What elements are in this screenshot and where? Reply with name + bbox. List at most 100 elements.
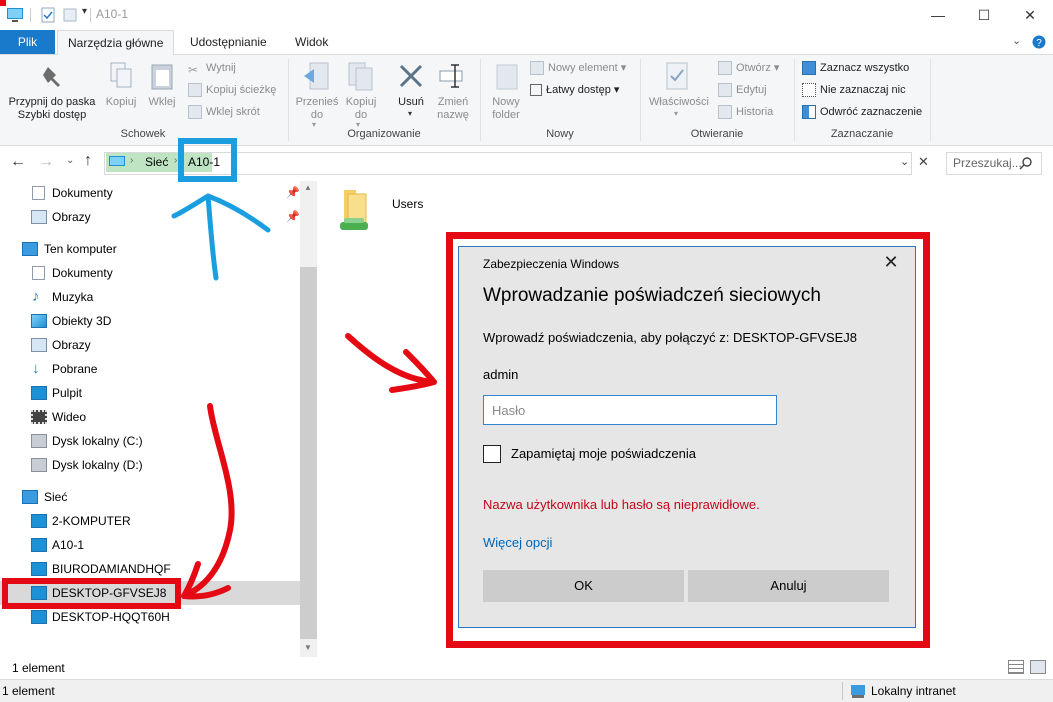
easy-access-button[interactable]: Łatwy dostęp ▾ bbox=[530, 81, 619, 99]
nav-item-music[interactable]: ♪ Muzyka bbox=[0, 285, 300, 309]
address-dropdown-icon[interactable]: ⌄ bbox=[900, 155, 909, 168]
new-item-button[interactable]: Nowy element ▾ bbox=[530, 59, 626, 77]
new-folder-icon bbox=[496, 64, 518, 90]
nav-item-net-pc[interactable]: A10-1 bbox=[0, 533, 300, 557]
rename-button[interactable]: Zmień nazwę bbox=[432, 96, 474, 122]
nav-item-label: Pulpit bbox=[52, 386, 83, 400]
nav-item-label: A10-1 bbox=[52, 538, 85, 552]
rename-icon bbox=[439, 64, 463, 88]
select-none-label: Nie zaznaczaj nic bbox=[820, 84, 906, 96]
forward-arrow-icon[interactable]: → bbox=[38, 153, 54, 171]
scroll-up-icon[interactable]: ▲ bbox=[304, 183, 312, 192]
up-arrow-icon[interactable]: ↑ bbox=[84, 152, 92, 170]
tab-share[interactable]: Udostępnianie bbox=[180, 30, 277, 54]
select-all-button[interactable]: Zaznacz wszystko bbox=[802, 59, 909, 77]
computer-icon[interactable] bbox=[6, 7, 24, 23]
content-item-users[interactable]: Users bbox=[336, 186, 436, 236]
nav-item-label: Obiekty 3D bbox=[52, 314, 112, 328]
easy-access-icon bbox=[530, 84, 542, 97]
new-folder-quick-icon[interactable] bbox=[62, 7, 78, 23]
content-item-label: Users bbox=[392, 197, 424, 211]
new-folder-button[interactable]: Nowy folder bbox=[484, 96, 528, 122]
nav-item-drive-c[interactable]: Dysk lokalny (C:) bbox=[0, 429, 300, 453]
tab-file[interactable]: Plik bbox=[0, 30, 55, 54]
history-button[interactable]: Historia bbox=[718, 103, 773, 121]
nav-item-pictures[interactable]: Obrazy bbox=[0, 333, 300, 357]
scroll-thumb[interactable] bbox=[300, 267, 317, 639]
copy-button[interactable]: Kopiuj bbox=[102, 96, 140, 109]
pin-small-icon[interactable]: 📌 bbox=[286, 181, 300, 205]
search-box[interactable]: Przeszukaj... bbox=[946, 152, 1042, 175]
maximize-button[interactable]: ☐ bbox=[961, 0, 1007, 30]
video-icon bbox=[31, 410, 47, 424]
paste-button[interactable]: Wklej bbox=[144, 96, 180, 109]
nav-item-net-pc[interactable]: 2-KOMPUTER bbox=[0, 509, 300, 533]
paste-shortcut-button[interactable]: Wklej skrót bbox=[188, 103, 260, 121]
edit-icon bbox=[718, 83, 732, 98]
pin-quick-access-button[interactable]: Przypnij do paska Szybki dostęp bbox=[4, 96, 100, 122]
divider bbox=[30, 8, 31, 22]
more-options-link[interactable]: Więcej opcji bbox=[483, 535, 552, 550]
invert-selection-button[interactable]: Odwróć zaznaczenie bbox=[802, 103, 922, 121]
details-view-icon[interactable] bbox=[1008, 660, 1024, 674]
edit-button[interactable]: Edytuj bbox=[718, 81, 767, 99]
quick-access-dropdown-icon[interactable]: ▾ bbox=[82, 6, 87, 17]
svg-text:?: ? bbox=[1036, 38, 1042, 49]
nav-item-label: Obrazy bbox=[52, 210, 91, 224]
properties-button[interactable]: Właściwości bbox=[646, 96, 712, 109]
properties-quick-icon[interactable] bbox=[40, 7, 56, 23]
nav-scrollbar[interactable]: ▲ ▼ bbox=[300, 181, 317, 657]
computer-icon bbox=[22, 242, 38, 256]
annotation-box-red-nav bbox=[2, 578, 181, 609]
minimize-button[interactable]: — bbox=[915, 0, 961, 30]
invert-selection-icon bbox=[802, 105, 816, 120]
group-divider bbox=[480, 59, 481, 141]
music-icon: ♪ bbox=[32, 288, 40, 305]
recent-locations-icon[interactable]: ⌄ bbox=[66, 155, 74, 166]
nav-item-downloads[interactable]: ↓ Pobrane bbox=[0, 357, 300, 381]
open-button[interactable]: Otwórz ▾ bbox=[718, 59, 779, 77]
tab-home[interactable]: Narzędzia główne bbox=[57, 30, 175, 55]
cancel-button[interactable]: Anuluj bbox=[688, 570, 889, 602]
nav-item-pictures-quick[interactable]: Obrazy 📌 bbox=[0, 205, 300, 229]
nav-item-drive-d[interactable]: Dysk lokalny (D:) bbox=[0, 453, 300, 477]
nav-item-video[interactable]: Wideo bbox=[0, 405, 300, 429]
group-divider bbox=[288, 59, 289, 141]
copy-to-button[interactable]: Kopiuj do bbox=[340, 96, 382, 122]
ok-button[interactable]: OK bbox=[483, 570, 684, 602]
address-clear-icon[interactable]: ✕ bbox=[918, 154, 929, 170]
large-icons-view-icon[interactable] bbox=[1030, 660, 1046, 674]
scroll-down-icon[interactable]: ▼ bbox=[304, 643, 312, 652]
nav-item-documents-quick[interactable]: Dokumenty 📌 bbox=[0, 181, 300, 205]
remember-credentials-checkbox[interactable] bbox=[483, 445, 501, 463]
help-icon[interactable]: ? bbox=[1032, 35, 1046, 49]
copy-path-button[interactable]: Kopiuj ścieżkę bbox=[188, 81, 276, 99]
nav-item-pc-documents[interactable]: Dokumenty bbox=[0, 261, 300, 285]
breadcrumb-network[interactable]: Sieć bbox=[145, 155, 168, 169]
pictures-icon bbox=[31, 210, 47, 224]
ribbon-collapse-icon[interactable]: ⌄ bbox=[1012, 34, 1021, 47]
delete-button[interactable]: Usuń bbox=[390, 96, 432, 109]
pin-small-icon[interactable]: 📌 bbox=[286, 205, 300, 229]
close-button[interactable]: ✕ bbox=[1007, 0, 1053, 30]
tab-view[interactable]: Widok bbox=[285, 30, 338, 54]
paste-shortcut-icon bbox=[188, 105, 202, 120]
nav-item-network[interactable]: Sieć bbox=[0, 485, 300, 509]
nav-item-this-pc[interactable]: Ten komputer bbox=[0, 237, 300, 261]
select-none-button[interactable]: Nie zaznaczaj nic bbox=[802, 81, 906, 99]
dialog-title: Zabezpieczenia Windows bbox=[483, 257, 620, 271]
search-icon bbox=[1019, 157, 1032, 170]
cut-button[interactable]: ✂ Wytnij bbox=[188, 59, 236, 77]
scissors-icon: ✂ bbox=[188, 63, 199, 78]
nav-item-label: Dysk lokalny (C:) bbox=[52, 434, 143, 448]
nav-item-desktop[interactable]: Pulpit bbox=[0, 381, 300, 405]
nav-item-3d-objects[interactable]: Obiekty 3D bbox=[0, 309, 300, 333]
move-to-button[interactable]: Przenieś do bbox=[294, 96, 340, 122]
password-input[interactable] bbox=[483, 395, 777, 425]
paste-shortcut-label: Wklej skrót bbox=[206, 106, 260, 118]
invert-selection-label: Odwróć zaznaczenie bbox=[820, 106, 923, 118]
back-arrow-icon[interactable]: ← bbox=[10, 153, 26, 171]
status-bar: 1 element bbox=[0, 657, 1053, 679]
dialog-close-button[interactable]: ✕ bbox=[879, 253, 903, 273]
group-divider bbox=[930, 59, 931, 141]
